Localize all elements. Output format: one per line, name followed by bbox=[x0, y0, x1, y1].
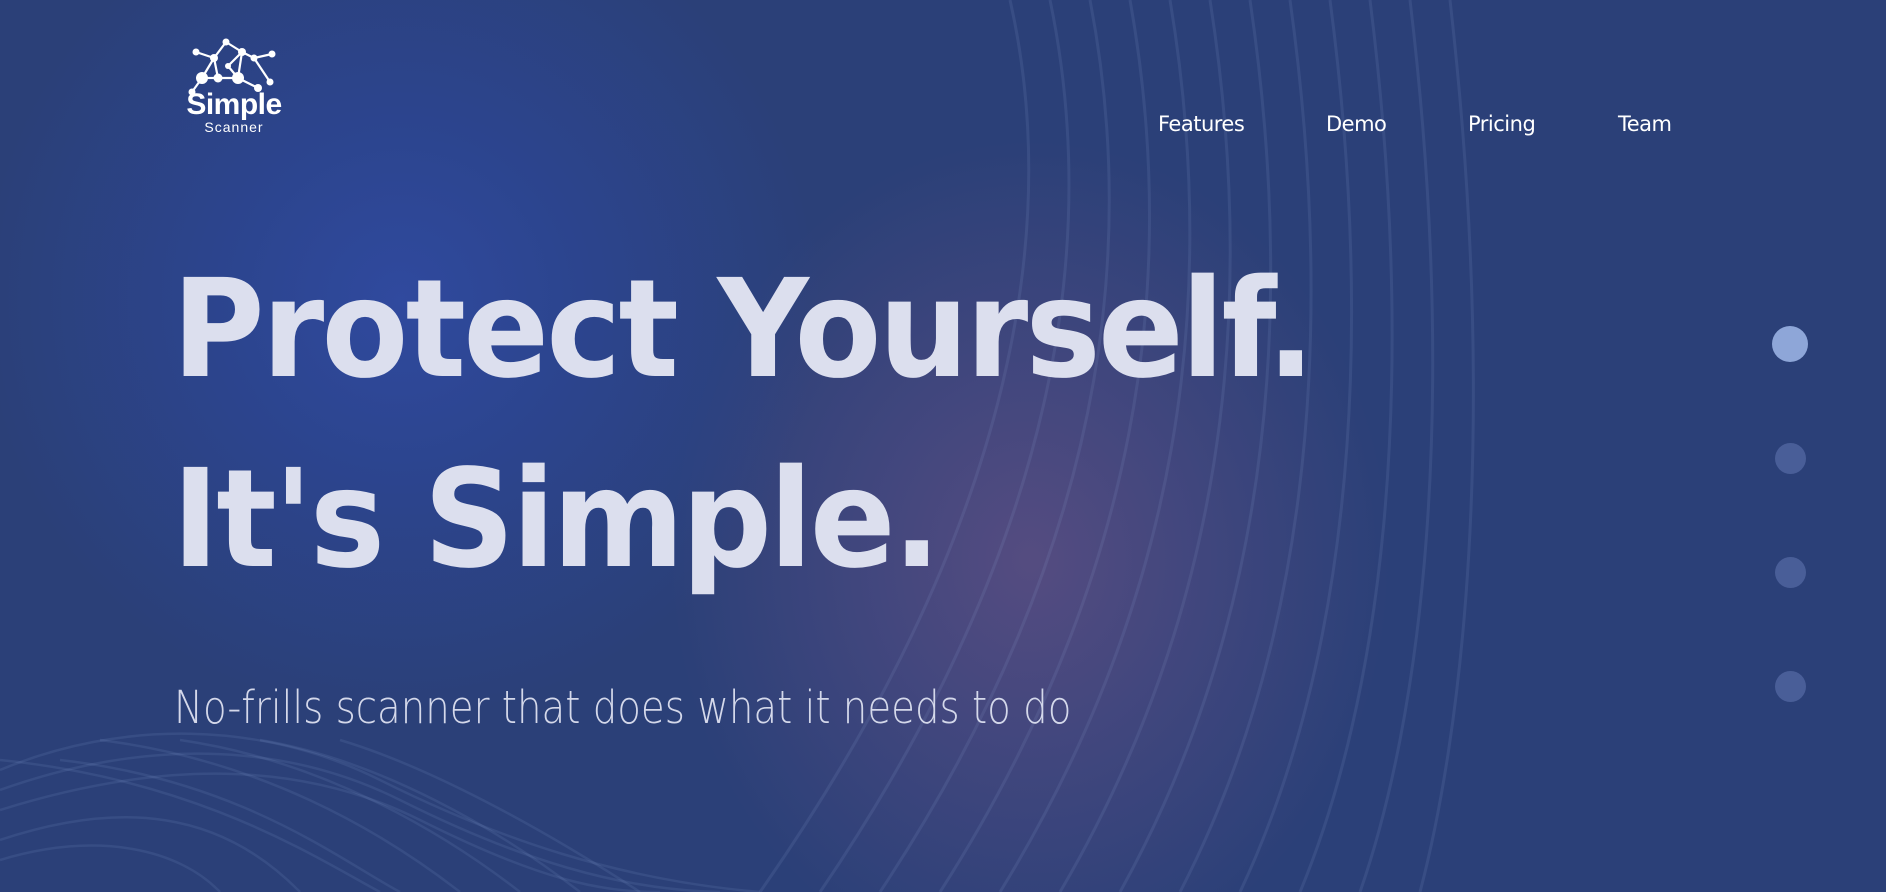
logo-subtitle: Scanner bbox=[204, 119, 264, 135]
hero-tagline: No-frills scanner that does what it need… bbox=[174, 681, 1072, 734]
hero-heading-line-2: It's Simple. bbox=[172, 441, 941, 599]
section-dot-1-active[interactable] bbox=[1772, 326, 1808, 362]
nav-item-pricing[interactable]: Pricing bbox=[1468, 112, 1536, 136]
section-dot-3[interactable] bbox=[1775, 557, 1806, 588]
hero-heading-line-1: Protect Yourself. bbox=[172, 251, 1315, 409]
nav-item-features[interactable]: Features bbox=[1158, 112, 1245, 136]
section-dot-4[interactable] bbox=[1775, 671, 1806, 702]
landing-page: Simple Scanner Features Demo Pricing Tea… bbox=[0, 0, 1886, 892]
brand-logo[interactable]: Simple Scanner bbox=[178, 38, 288, 138]
nav-item-team[interactable]: Team bbox=[1618, 112, 1672, 136]
nav-item-demo[interactable]: Demo bbox=[1326, 112, 1387, 136]
section-dot-2[interactable] bbox=[1775, 443, 1806, 474]
logo-wordmark: Simple bbox=[186, 88, 282, 121]
